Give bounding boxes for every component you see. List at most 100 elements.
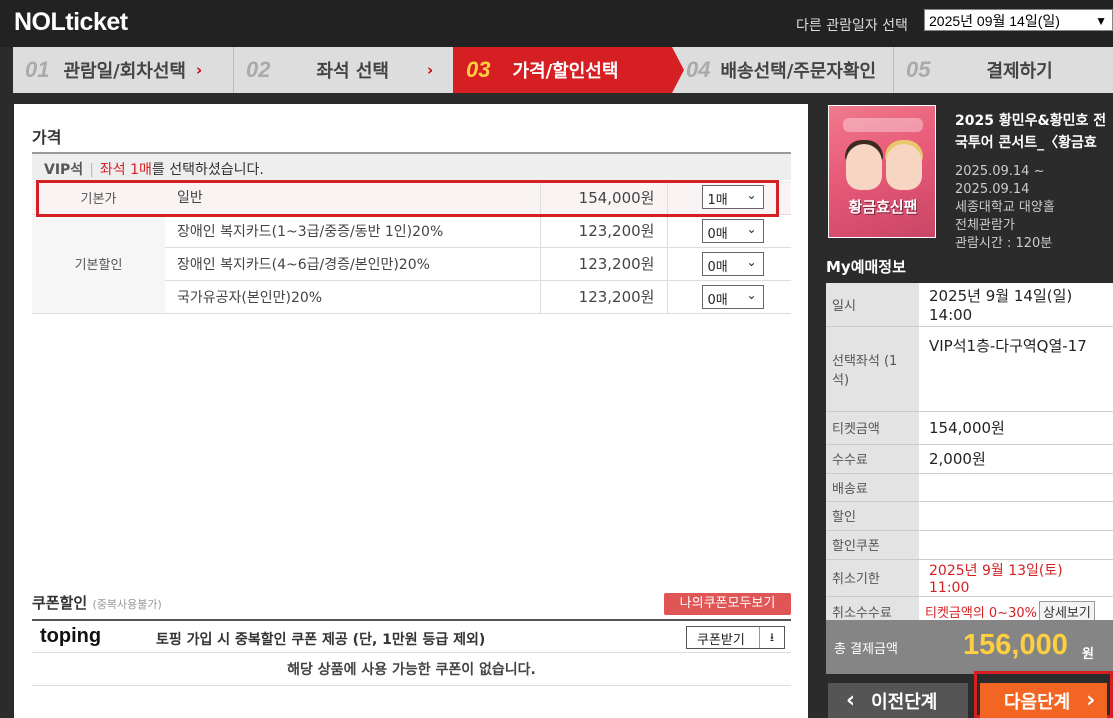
booking-row: 할인쿠폰	[826, 530, 1113, 560]
total-payment: 총 결제금액 156,000 원	[826, 620, 1113, 674]
total-label: 총 결제금액	[834, 642, 898, 657]
price-amount: 154,000원	[539, 181, 667, 215]
view-all-coupons-button[interactable]: 나의쿠폰모두보기	[664, 593, 791, 615]
price-name: 국가유공자(본인만)20%	[165, 280, 540, 314]
step-number: 02	[246, 57, 271, 82]
price-name: 장애인 복지카드(4~6급/경증/본인만)20%	[165, 247, 540, 281]
detail-view-button[interactable]: 상세보기	[1039, 601, 1095, 622]
booking-key: 티켓금액	[826, 411, 919, 445]
coupon-title: 쿠폰할인 (중복사용불가)	[32, 594, 162, 612]
seat-summary: VIP석 | 좌석 1매를 선택하셨습니다.	[32, 152, 791, 180]
other-date-label: 다른 관람일자 선택	[796, 18, 908, 34]
download-icon: ⭳	[759, 627, 784, 648]
chevron-right-icon: ›	[427, 61, 434, 79]
poster-figure	[886, 144, 922, 190]
site-logo[interactable]: NOLticket	[14, 8, 128, 37]
show-info: 2025.09.14 ~ 2025.09.14 세종대학교 대양홀 전체관람가 …	[955, 163, 1055, 253]
chevron-down-icon: ⌄	[746, 188, 757, 203]
quantity-select[interactable]: 0매 ⌄	[701, 251, 764, 276]
booking-key: 일시	[826, 283, 919, 327]
poster-figure	[846, 144, 882, 190]
show-period-end: 2025.09.14	[955, 182, 1030, 197]
total-amount: 156,000	[963, 629, 1068, 661]
chevron-down-icon: ⌄	[746, 254, 757, 269]
chevron-right-icon: ›	[1086, 688, 1096, 713]
price-category: 기본할인	[32, 214, 165, 314]
chevron-left-icon: ‹	[846, 688, 856, 713]
price-table: 기본가 일반 154,000원 1매 ⌄ 기본할인 장애인 복지카드(1~3급/중…	[32, 181, 791, 314]
show-runtime: 관람시간 : 120분	[955, 236, 1053, 251]
booking-value	[919, 473, 1113, 502]
booking-row: 티켓금액 154,000원	[826, 411, 1113, 445]
price-amount: 123,200원	[539, 214, 667, 248]
price-category: 기본가	[32, 181, 165, 215]
booking-key: 수수료	[826, 444, 919, 474]
divider: |	[89, 162, 94, 178]
booking-value: 2025년 9월 13일(토) 11:00	[919, 559, 1113, 597]
active-step-arrow	[672, 47, 684, 93]
price-row: 기본할인 장애인 복지카드(1~3급/중증/동반 1인)20% 123,200원…	[32, 214, 791, 314]
show-rating: 전체관람가	[955, 218, 1015, 233]
booking-key: 할인쿠폰	[826, 530, 919, 560]
my-booking-table: 일시 2025년 9월 14일(일) 14:00 선택좌석 (1석) VIP석1…	[826, 283, 1113, 628]
step-label: 관람일/회차선택	[63, 61, 186, 82]
seat-summary-text: 를 선택하셨습니다.	[151, 162, 264, 178]
step-1: 01 관람일/회차선택 ›	[13, 47, 233, 93]
step-2: 02 좌석 선택 ›	[234, 47, 452, 93]
booking-row: 배송료	[826, 473, 1113, 502]
booking-value: 154,000원	[919, 411, 1113, 445]
booking-value: VIP석1층-다구역Q열-17	[919, 326, 1113, 412]
seat-grade: VIP석	[44, 162, 84, 178]
price-row: 기본가 일반 154,000원 1매 ⌄	[32, 181, 791, 215]
step-navigation: 01 관람일/회차선택 › 02 좌석 선택 › 03 가격/할인선택 04 배…	[13, 47, 1113, 93]
show-poster: 황금효신팬	[828, 105, 936, 238]
step-number: 03	[466, 57, 491, 82]
booking-row: 선택좌석 (1석) VIP석1층-다구역Q열-17	[826, 326, 1113, 412]
booking-value: 티켓금액의 0~30%	[925, 606, 1037, 621]
date-select[interactable]: 2025년 09월 14일(일) ▼	[924, 9, 1113, 31]
quantity-select[interactable]: 0매 ⌄	[701, 284, 764, 309]
coupon-row: toping 토핑 가입 시 중복할인 쿠폰 제공 (단, 1만원 등급 제외)…	[32, 619, 791, 653]
step-4: 04 배송선택/주문자확인	[684, 47, 894, 93]
step-label: 좌석 선택	[316, 61, 389, 82]
step-5: 05 결제하기	[894, 47, 1113, 93]
price-amount: 123,200원	[539, 247, 667, 281]
step-number: 01	[25, 57, 50, 82]
step-3-active: 03 가격/할인선택	[453, 47, 672, 93]
booking-key: 선택좌석 (1석)	[826, 326, 919, 412]
step-label: 배송선택/주문자확인	[720, 61, 877, 82]
get-coupon-button[interactable]: 쿠폰받기 ⭳	[686, 626, 785, 649]
price-name: 일반	[165, 181, 540, 215]
date-select-value: 2025년 09월 14일(일)	[929, 13, 1060, 29]
chevron-down-icon: ⌄	[746, 287, 757, 302]
total-unit: 원	[1082, 647, 1094, 662]
poster-title: 황금효신팬	[848, 198, 918, 216]
price-amount: 123,200원	[539, 280, 667, 314]
show-title: 2025 황민우&황민호 전국투어 콘서트_〈황금효	[955, 113, 1107, 151]
quantity-select[interactable]: 1매 ⌄	[701, 185, 764, 210]
chevron-down-icon: ⌄	[746, 221, 757, 236]
coupon-description: 토핑 가입 시 중복할인 쿠폰 제공 (단, 1만원 등급 제외)	[156, 632, 486, 648]
booking-row: 취소기한 2025년 9월 13일(토) 11:00	[826, 559, 1113, 597]
show-period-start: 2025.09.14 ~	[955, 164, 1045, 179]
booking-value: 2,000원	[919, 444, 1113, 474]
my-booking-title: My예매정보	[826, 258, 906, 276]
next-step-button[interactable]: 다음단계 ›	[980, 683, 1107, 718]
price-panel: 가격 VIP석 | 좌석 1매를 선택하셨습니다. 기본가 일반 154,000원 …	[14, 104, 808, 718]
booking-key: 할인	[826, 501, 919, 531]
top-bar: NOLticket 다른 관람일자 선택 2025년 09월 14일(일) ▼	[0, 0, 1113, 47]
step-label: 가격/할인선택	[512, 61, 619, 82]
next-step-highlight: 다음단계 ›	[974, 671, 1113, 718]
coupon-note: (중복사용불가)	[92, 598, 162, 611]
booking-row: 일시 2025년 9월 14일(일) 14:00	[826, 283, 1113, 327]
booking-row: 할인	[826, 501, 1113, 531]
booking-key: 취소기한	[826, 559, 919, 597]
toping-logo: toping	[40, 625, 102, 647]
price-name: 장애인 복지카드(1~3급/중증/동반 1인)20%	[165, 214, 540, 248]
step-number: 04	[686, 57, 711, 82]
step-number: 05	[906, 57, 931, 82]
chevron-down-icon: ▼	[1095, 14, 1107, 28]
prev-step-button[interactable]: ‹ 이전단계	[828, 683, 968, 718]
booking-row: 수수료 2,000원	[826, 444, 1113, 474]
quantity-select[interactable]: 0매 ⌄	[701, 218, 764, 243]
